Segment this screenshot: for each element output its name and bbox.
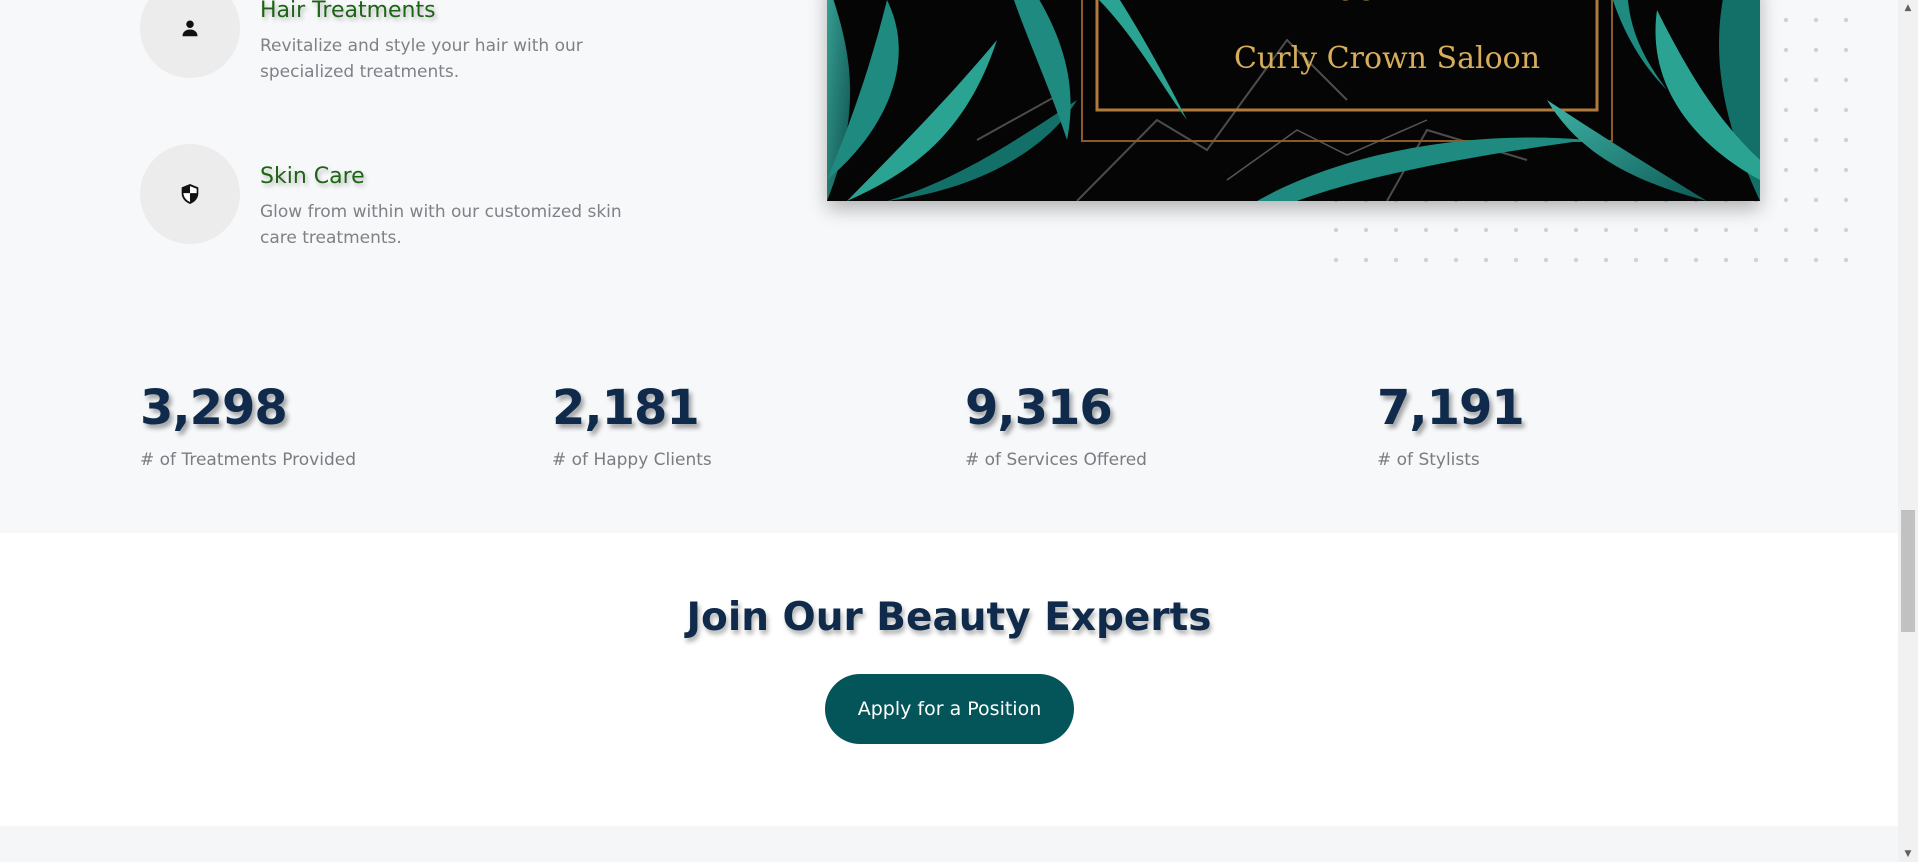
stat-label: # of Happy Clients (552, 450, 712, 470)
pattern-dot (1843, 257, 1849, 263)
pattern-dot (1393, 257, 1399, 263)
pattern-dot (1663, 227, 1669, 233)
pattern-dot (1393, 227, 1399, 233)
pattern-dot (1783, 47, 1789, 53)
pattern-dot (1333, 257, 1339, 263)
page: Hair Treatments Revitalize and style you… (0, 0, 1898, 862)
stat-stylists: 7,191 # of Stylists (1377, 380, 1777, 470)
service-title: Skin Care (260, 164, 365, 189)
services-section: Hair Treatments Revitalize and style you… (0, 0, 1898, 533)
pattern-dot (1453, 227, 1459, 233)
pattern-dot (1513, 227, 1519, 233)
pattern-dot (1843, 137, 1849, 143)
apply-button[interactable]: Apply for a Position (825, 674, 1074, 744)
next-section-edge (0, 826, 1898, 862)
pattern-dot (1753, 257, 1759, 263)
pattern-dot (1783, 77, 1789, 83)
service-description: Revitalize and style your hair with our … (260, 36, 583, 82)
pattern-dot (1543, 227, 1549, 233)
pattern-dot (1813, 17, 1819, 23)
pattern-dot (1513, 257, 1519, 263)
pattern-dot (1843, 197, 1849, 203)
pattern-dot (1843, 167, 1849, 173)
pattern-dot (1813, 107, 1819, 113)
pattern-dot (1813, 227, 1819, 233)
pattern-dot (1483, 257, 1489, 263)
pattern-dot (1423, 227, 1429, 233)
stat-number: 7,191 (1377, 380, 1525, 436)
pattern-dot (1633, 227, 1639, 233)
pattern-dot (1693, 257, 1699, 263)
service-title: Hair Treatments (260, 0, 436, 23)
pattern-dot (1753, 227, 1759, 233)
stat-clients: 2,181 # of Happy Clients (552, 380, 952, 470)
service-skin-care: Skin Care Glow from within with our cust… (140, 144, 660, 274)
pattern-dot (1573, 227, 1579, 233)
pattern-dot (1813, 137, 1819, 143)
pattern-dot (1603, 257, 1609, 263)
pattern-dot (1783, 137, 1789, 143)
stat-services: 9,316 # of Services Offered (965, 380, 1365, 470)
stat-label: # of Services Offered (965, 450, 1147, 470)
pattern-dot (1723, 257, 1729, 263)
pattern-dot (1603, 227, 1609, 233)
join-title: Join Our Beauty Experts (686, 595, 1212, 640)
pattern-dot (1843, 77, 1849, 83)
pattern-dot (1843, 47, 1849, 53)
pattern-dot (1843, 227, 1849, 233)
scrollbar[interactable]: ▲ ▼ (1898, 0, 1918, 862)
pattern-dot (1423, 257, 1429, 263)
pattern-dot (1813, 47, 1819, 53)
scroll-down-icon[interactable]: ▼ (1898, 846, 1918, 862)
pattern-dot (1843, 17, 1849, 23)
pattern-dot (1843, 107, 1849, 113)
pattern-dot (1363, 227, 1369, 233)
scroll-up-icon[interactable]: ▲ (1898, 0, 1918, 16)
pattern-dot (1663, 257, 1669, 263)
pattern-dot (1783, 167, 1789, 173)
stat-number: 3,298 (140, 380, 288, 436)
pattern-dot (1783, 17, 1789, 23)
stat-label: # of Stylists (1377, 450, 1480, 470)
pattern-dot (1783, 107, 1789, 113)
pattern-dot (1363, 257, 1369, 263)
pattern-dot (1573, 257, 1579, 263)
service-hair-treatments: Hair Treatments Revitalize and style you… (140, 0, 660, 108)
stat-number: 9,316 (965, 380, 1113, 436)
pattern-dot (1333, 227, 1339, 233)
join-section: Join Our Beauty Experts Apply for a Posi… (0, 533, 1898, 826)
person-icon (140, 0, 240, 78)
pattern-dot (1813, 257, 1819, 263)
stat-label: # of Treatments Provided (140, 450, 356, 470)
banner-text-main: Curly Crown Saloon (1234, 41, 1540, 76)
pattern-dot (1813, 167, 1819, 173)
pattern-dot (1693, 227, 1699, 233)
stat-treatments: 3,298 # of Treatments Provided (140, 380, 540, 470)
pattern-dot (1813, 197, 1819, 203)
pattern-dot (1723, 227, 1729, 233)
stat-number: 2,181 (552, 380, 700, 436)
pattern-dot (1453, 257, 1459, 263)
pattern-dot (1813, 77, 1819, 83)
banner-text-top: to (1334, 0, 1380, 11)
salon-banner-image: to Curly Crown Saloon (827, 0, 1760, 201)
pattern-dot (1783, 197, 1789, 203)
shield-icon (140, 144, 240, 244)
pattern-dot (1543, 257, 1549, 263)
pattern-dot (1783, 257, 1789, 263)
pattern-dot (1483, 227, 1489, 233)
service-description: Glow from within with our customized ski… (260, 202, 622, 248)
scroll-thumb[interactable] (1901, 510, 1915, 632)
pattern-dot (1783, 227, 1789, 233)
pattern-dot (1633, 257, 1639, 263)
